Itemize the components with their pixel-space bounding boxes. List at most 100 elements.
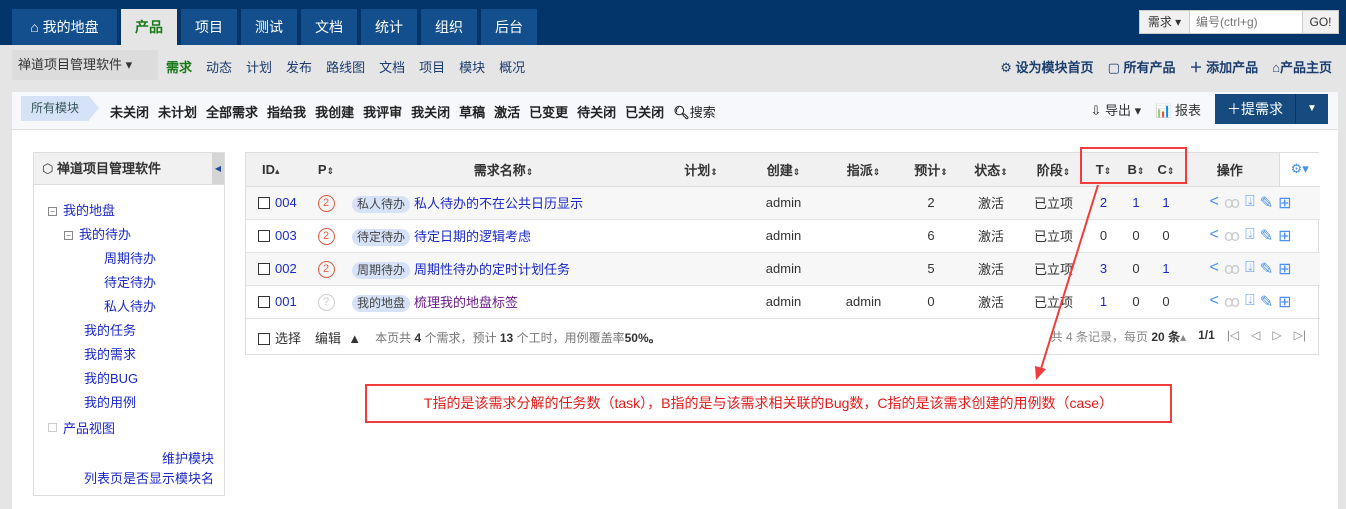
edit-icon[interactable]: ✎ xyxy=(1260,259,1273,279)
batch-edit-button[interactable]: 编辑 ▲ xyxy=(315,328,361,347)
review-icon[interactable]: ꝏ xyxy=(1224,193,1240,213)
subnav-item[interactable]: 需求 xyxy=(166,57,192,76)
filter-5[interactable]: 我评审 xyxy=(363,102,402,121)
row-checkbox[interactable] xyxy=(258,296,270,308)
report-button[interactable]: 📊 报表 xyxy=(1155,100,1201,119)
change-icon[interactable]: < xyxy=(1209,292,1218,312)
per-page-select[interactable]: 20 xyxy=(1151,330,1164,344)
tree-item[interactable]: 周期待办 xyxy=(48,247,224,271)
review-icon[interactable]: ꝏ xyxy=(1224,259,1240,279)
story-name-link[interactable]: 梳理我的地盘标签 xyxy=(414,295,518,310)
id-cell[interactable]: 004 xyxy=(258,195,297,210)
add-story-button[interactable]: ＋提需求 ▼ xyxy=(1215,94,1328,124)
story-id-link[interactable]: 004 xyxy=(275,195,297,210)
tree-item[interactable]: 待定待办 xyxy=(48,271,224,295)
edit-icon[interactable]: ✎ xyxy=(1260,226,1273,246)
change-icon[interactable]: < xyxy=(1209,226,1218,246)
module-tag[interactable]: 待定待办 xyxy=(352,228,411,246)
last-page-icon[interactable]: ▷| xyxy=(1294,328,1306,345)
module-tag[interactable]: 周期待办 xyxy=(352,261,411,279)
tab-2[interactable]: 项目 xyxy=(181,9,237,45)
tab-7[interactable]: 后台 xyxy=(481,9,537,45)
tree-item[interactable]: 我的任务 xyxy=(48,319,224,343)
story-name-link[interactable]: 周期性待办的定时计划任务 xyxy=(414,262,570,277)
edit-icon[interactable]: ✎ xyxy=(1260,292,1273,312)
product-select[interactable]: 禅道项目管理软件 ▾ xyxy=(12,50,158,80)
t-count[interactable]: 3 xyxy=(1100,261,1107,276)
subnav-item[interactable]: 模块 xyxy=(459,57,485,76)
tree-item[interactable]: 我的BUG xyxy=(48,367,224,391)
b-count[interactable]: 1 xyxy=(1132,195,1139,210)
review-icon[interactable]: ꝏ xyxy=(1224,226,1240,246)
id-cell[interactable]: 002 xyxy=(258,261,297,276)
c-count[interactable]: 1 xyxy=(1162,261,1169,276)
filter-12[interactable]: 🔍︎搜索 xyxy=(673,102,716,121)
column-settings-icon[interactable]: ⚙▾ xyxy=(1278,153,1320,187)
column-header[interactable]: 计划⇕ xyxy=(661,153,741,187)
subnav-item[interactable]: 动态 xyxy=(206,57,232,76)
filter-2[interactable]: 全部需求 xyxy=(206,102,258,121)
change-icon[interactable]: < xyxy=(1209,193,1218,213)
table-row[interactable]: 002 2 周期待办 周期性待办的定时计划任务 admin 5 激活 已立项 3 0 1 < ꝏ ⍗ ✎ ⊞ xyxy=(246,252,1320,286)
table-row[interactable]: 001? 我的地盘 梳理我的地盘标签 admin admin 0 激活 已立项 1 0 0 < ꝏ ⍗ ✎ ⊞ xyxy=(246,285,1320,319)
collapse-sidebar-button[interactable]: ◀ xyxy=(212,153,224,184)
t-count[interactable]: 1 xyxy=(1100,294,1107,309)
tree-item[interactable]: 我的需求 xyxy=(48,343,224,367)
close-icon[interactable]: ⍗ xyxy=(1245,193,1255,213)
c-count[interactable]: 0 xyxy=(1162,228,1169,243)
row-checkbox[interactable] xyxy=(258,263,270,275)
filter-7[interactable]: 草稿 xyxy=(459,102,485,121)
next-page-icon[interactable]: ▷ xyxy=(1272,328,1281,345)
add-story-dropdown[interactable]: ▼ xyxy=(1295,94,1328,124)
close-icon[interactable]: ⍗ xyxy=(1245,259,1255,279)
b-count[interactable]: 0 xyxy=(1132,294,1139,309)
filter-6[interactable]: 我关闭 xyxy=(411,102,450,121)
edit-icon[interactable]: ✎ xyxy=(1260,193,1273,213)
filter-11[interactable]: 已关闭 xyxy=(625,102,664,121)
subnav-item[interactable]: 计划 xyxy=(246,57,272,76)
filter-0[interactable]: 未关闭 xyxy=(110,102,149,121)
filter-3[interactable]: 指给我 xyxy=(267,102,306,121)
subnav-item[interactable]: 发布 xyxy=(286,57,312,76)
split-icon[interactable]: ⊞ xyxy=(1278,193,1291,213)
id-cell[interactable]: 001 xyxy=(258,294,297,309)
tab-3[interactable]: 测试 xyxy=(241,9,297,45)
tab-4[interactable]: 文档 xyxy=(301,9,357,45)
story-id-link[interactable]: 002 xyxy=(275,261,297,276)
search-type-select[interactable]: 需求 ▾ xyxy=(1140,11,1190,33)
close-icon[interactable]: ⍗ xyxy=(1245,292,1255,312)
export-button[interactable]: ⇩ 导出 ▾ xyxy=(1091,100,1142,119)
story-id-link[interactable]: 001 xyxy=(275,294,297,309)
column-header[interactable]: ID▴ xyxy=(246,153,306,187)
select-all-checkbox[interactable]: 选择 xyxy=(258,328,301,347)
subnav-item[interactable]: 项目 xyxy=(419,57,445,76)
column-header[interactable]: 创建⇕ xyxy=(741,153,826,187)
prev-page-icon[interactable]: ◁ xyxy=(1251,328,1260,345)
all-products-link[interactable]: ▢ 所有产品 xyxy=(1108,57,1176,76)
column-header[interactable]: P⇕ xyxy=(306,153,346,187)
filter-9[interactable]: 已变更 xyxy=(529,102,568,121)
set-module-home-link[interactable]: ⚙ 设为模块首页 xyxy=(1000,57,1093,76)
module-tag[interactable]: 私人待办 xyxy=(352,195,411,213)
c-count[interactable]: 0 xyxy=(1162,294,1169,309)
add-product-link[interactable]: ＋ 添加产品 xyxy=(1189,57,1258,76)
tree-item[interactable]: 我的用例 xyxy=(48,391,224,415)
subnav-item[interactable]: 概况 xyxy=(499,57,525,76)
search-input[interactable] xyxy=(1190,11,1302,33)
filter-1[interactable]: 未计划 xyxy=(158,102,197,121)
close-icon[interactable]: ⍗ xyxy=(1245,226,1255,246)
split-icon[interactable]: ⊞ xyxy=(1278,259,1291,279)
change-icon[interactable]: < xyxy=(1209,259,1218,279)
table-row[interactable]: 003 2 待定待办 待定日期的逻辑考虑 admin 6 激活 已立项 0 0 0 < ꝏ ⍗ ✎ ⊞ xyxy=(246,219,1320,253)
all-modules-crumb[interactable]: 所有模块 xyxy=(21,96,100,121)
column-header[interactable]: 指派⇕ xyxy=(826,153,901,187)
tab-1[interactable]: 产品 xyxy=(121,9,177,45)
column-header[interactable]: 预计⇕ xyxy=(901,153,961,187)
column-header[interactable]: 状态⇕ xyxy=(961,153,1021,187)
tab-5[interactable]: 统计 xyxy=(361,9,417,45)
column-header[interactable]: 阶段⇕ xyxy=(1021,153,1086,187)
row-checkbox[interactable] xyxy=(258,197,270,209)
go-button[interactable]: GO! xyxy=(1302,11,1338,33)
column-header[interactable]: 需求名称⇕ xyxy=(346,153,661,187)
filter-4[interactable]: 我创建 xyxy=(315,102,354,121)
